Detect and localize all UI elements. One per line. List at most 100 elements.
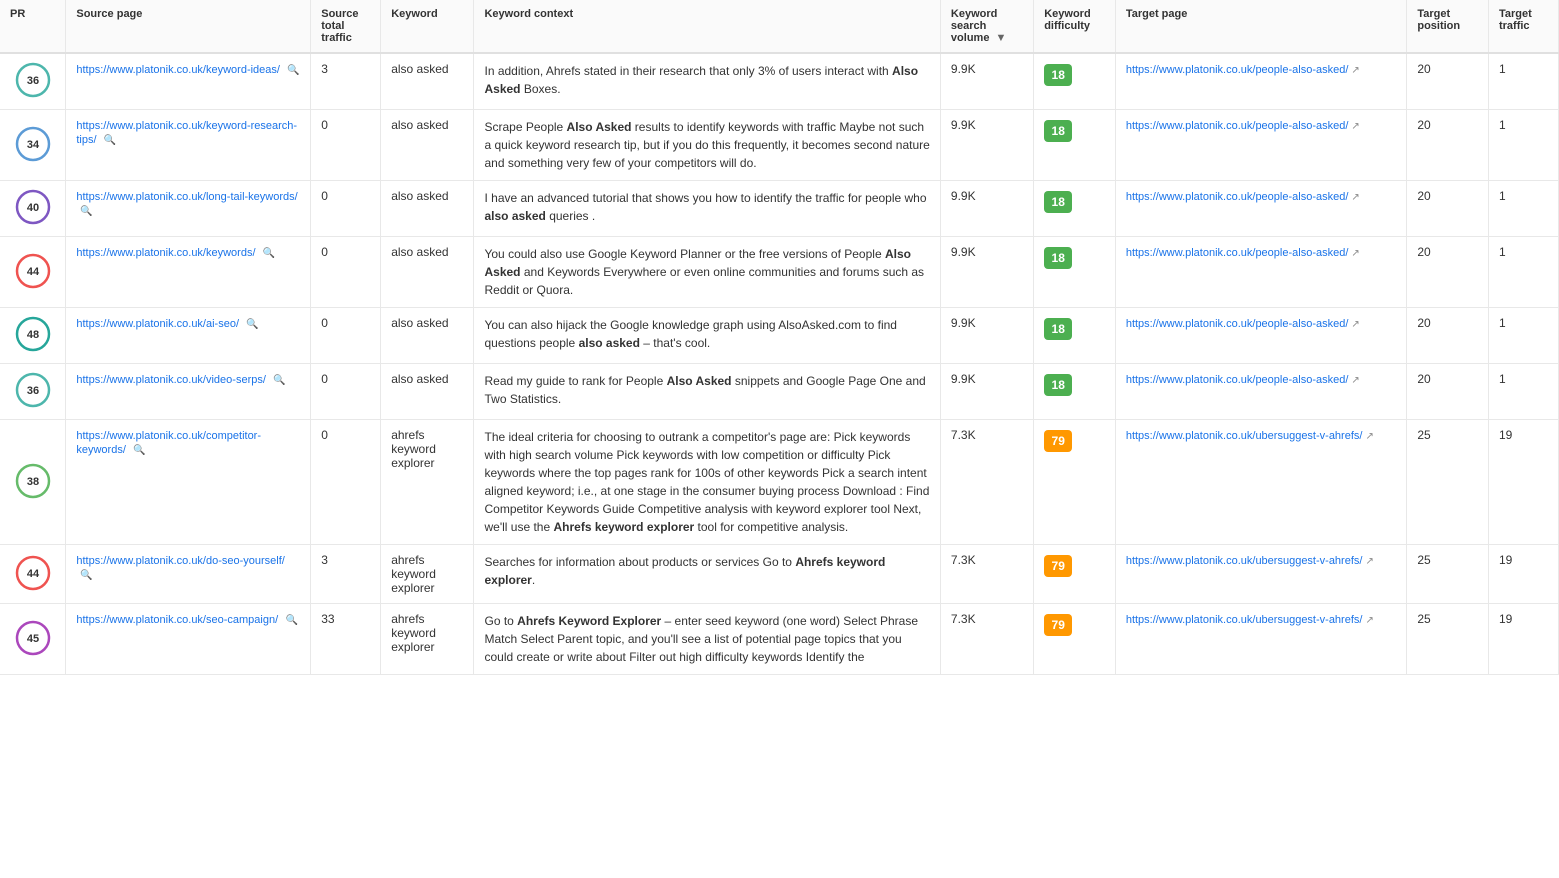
cell-source-traffic: 0 [311, 181, 381, 237]
search-icon[interactable]: 🔍 [80, 570, 92, 581]
svg-text:36: 36 [27, 75, 39, 87]
cell-target-position: 20 [1407, 110, 1489, 181]
search-icon[interactable]: 🔍 [104, 135, 116, 146]
cell-source-traffic: 0 [311, 237, 381, 308]
cell-target-page: https://www.platonik.co.uk/people-also-a… [1115, 110, 1407, 181]
source-page-link[interactable]: https://www.platonik.co.uk/ai-seo/ [76, 318, 239, 330]
pr-circle-badge: 36 [15, 62, 51, 98]
cell-source-traffic: 0 [311, 110, 381, 181]
source-page-link[interactable]: https://www.platonik.co.uk/seo-campaign/ [76, 614, 278, 626]
cell-keyword: also asked [381, 110, 474, 181]
cell-keyword-difficulty: 79 [1034, 545, 1116, 604]
difficulty-badge: 18 [1044, 247, 1072, 269]
search-icon[interactable]: 🔍 [80, 206, 92, 217]
target-page-link[interactable]: https://www.platonik.co.uk/ubersuggest-v… [1126, 430, 1363, 442]
search-icon[interactable]: 🔍 [287, 65, 299, 76]
col-header-context: Keyword context [474, 0, 940, 53]
cell-target-position: 25 [1407, 420, 1489, 545]
target-page-link[interactable]: https://www.platonik.co.uk/people-also-a… [1126, 374, 1349, 386]
source-page-link[interactable]: https://www.platonik.co.uk/competitor-ke… [76, 430, 261, 456]
source-page-link[interactable]: https://www.platonik.co.uk/keywords/ [76, 247, 255, 259]
cell-keyword: also asked [381, 308, 474, 364]
pr-circle-badge: 36 [15, 372, 51, 408]
cell-keyword-difficulty: 18 [1034, 308, 1116, 364]
difficulty-badge: 79 [1044, 555, 1072, 577]
col-header-source-traffic: Source total traffic [311, 0, 381, 53]
col-header-target-traffic: Target traffic [1488, 0, 1558, 53]
external-link-icon: ↗ [1351, 121, 1359, 132]
cell-source-page: https://www.platonik.co.uk/ai-seo/ 🔍 [66, 308, 311, 364]
source-page-link[interactable]: https://www.platonik.co.uk/long-tail-key… [76, 191, 297, 203]
cell-source-traffic: 3 [311, 53, 381, 110]
cell-keyword-volume: 9.9K [940, 110, 1033, 181]
cell-source-page: https://www.platonik.co.uk/competitor-ke… [66, 420, 311, 545]
external-link-icon: ↗ [1365, 556, 1373, 567]
col-header-position: Target position [1407, 0, 1489, 53]
external-link-icon: ↗ [1351, 192, 1359, 203]
cell-keyword-difficulty: 18 [1034, 364, 1116, 420]
cell-target-page: https://www.platonik.co.uk/ubersuggest-v… [1115, 545, 1407, 604]
svg-text:48: 48 [27, 329, 39, 341]
cell-keyword-context: In addition, Ahrefs stated in their rese… [474, 53, 940, 110]
cell-source-page: https://www.platonik.co.uk/keyword-resea… [66, 110, 311, 181]
table-body: 36 https://www.platonik.co.uk/keyword-ide… [0, 53, 1559, 675]
target-page-link[interactable]: https://www.platonik.co.uk/ubersuggest-v… [1126, 555, 1363, 567]
pr-circle-badge: 44 [15, 555, 51, 591]
external-link-icon: ↗ [1351, 319, 1359, 330]
cell-keyword: also asked [381, 364, 474, 420]
source-page-link[interactable]: https://www.platonik.co.uk/do-seo-yourse… [76, 555, 284, 567]
col-header-keyword: Keyword [381, 0, 474, 53]
cell-target-page: https://www.platonik.co.uk/people-also-a… [1115, 364, 1407, 420]
external-link-icon: ↗ [1365, 615, 1373, 626]
col-header-difficulty: Keyword difficulty [1034, 0, 1116, 53]
search-icon[interactable]: 🔍 [263, 248, 275, 259]
difficulty-badge: 79 [1044, 614, 1072, 636]
search-icon[interactable]: 🔍 [285, 615, 297, 626]
search-icon[interactable]: 🔍 [133, 445, 145, 456]
target-page-link[interactable]: https://www.platonik.co.uk/people-also-a… [1126, 318, 1349, 330]
cell-target-traffic: 19 [1488, 545, 1558, 604]
col-header-target: Target page [1115, 0, 1407, 53]
search-icon[interactable]: 🔍 [246, 319, 258, 330]
target-page-link[interactable]: https://www.platonik.co.uk/people-also-a… [1126, 64, 1349, 76]
table-row: 45 https://www.platonik.co.uk/seo-campaig… [0, 604, 1559, 675]
cell-target-traffic: 1 [1488, 308, 1558, 364]
cell-source-traffic: 0 [311, 420, 381, 545]
cell-keyword-volume: 9.9K [940, 181, 1033, 237]
cell-target-page: https://www.platonik.co.uk/people-also-a… [1115, 181, 1407, 237]
cell-keyword-volume: 7.3K [940, 604, 1033, 675]
target-page-link[interactable]: https://www.platonik.co.uk/people-also-a… [1126, 120, 1349, 132]
cell-target-position: 20 [1407, 181, 1489, 237]
cell-keyword-context: Scrape People Also Asked results to iden… [474, 110, 940, 181]
table-row: 38 https://www.platonik.co.uk/competitor-… [0, 420, 1559, 545]
cell-keyword-context: Read my guide to rank for People Also As… [474, 364, 940, 420]
cell-keyword: ahrefs keyword explorer [381, 604, 474, 675]
cell-keyword: also asked [381, 237, 474, 308]
search-icon[interactable]: 🔍 [273, 375, 285, 386]
cell-source-traffic: 33 [311, 604, 381, 675]
difficulty-badge: 79 [1044, 430, 1072, 452]
cell-keyword-volume: 7.3K [940, 545, 1033, 604]
table-header: PR Source page Source total traffic Keyw… [0, 0, 1559, 53]
external-link-icon: ↗ [1351, 65, 1359, 76]
cell-source-page: https://www.platonik.co.uk/video-serps/ … [66, 364, 311, 420]
svg-text:40: 40 [27, 202, 39, 214]
pr-circle-badge: 45 [15, 620, 51, 656]
target-page-link[interactable]: https://www.platonik.co.uk/people-also-a… [1126, 191, 1349, 203]
cell-pr: 36 [0, 53, 66, 110]
pr-circle-badge: 38 [15, 463, 51, 499]
table-row: 48https://www.platonik.co.uk/ai-seo/ 🔍0a… [0, 308, 1559, 364]
source-page-link[interactable]: https://www.platonik.co.uk/keyword-ideas… [76, 64, 280, 76]
source-page-link[interactable]: https://www.platonik.co.uk/video-serps/ [76, 374, 266, 386]
difficulty-badge: 18 [1044, 64, 1072, 86]
cell-target-traffic: 1 [1488, 110, 1558, 181]
col-header-volume[interactable]: Keyword search volume ▼ [940, 0, 1033, 53]
cell-target-page: https://www.platonik.co.uk/people-also-a… [1115, 53, 1407, 110]
target-page-link[interactable]: https://www.platonik.co.uk/ubersuggest-v… [1126, 614, 1363, 626]
col-header-pr: PR [0, 0, 66, 53]
target-page-link[interactable]: https://www.platonik.co.uk/people-also-a… [1126, 247, 1349, 259]
cell-keyword-volume: 7.3K [940, 420, 1033, 545]
cell-keyword-context: The ideal criteria for choosing to outra… [474, 420, 940, 545]
cell-target-position: 20 [1407, 308, 1489, 364]
cell-pr: 34 [0, 110, 66, 181]
